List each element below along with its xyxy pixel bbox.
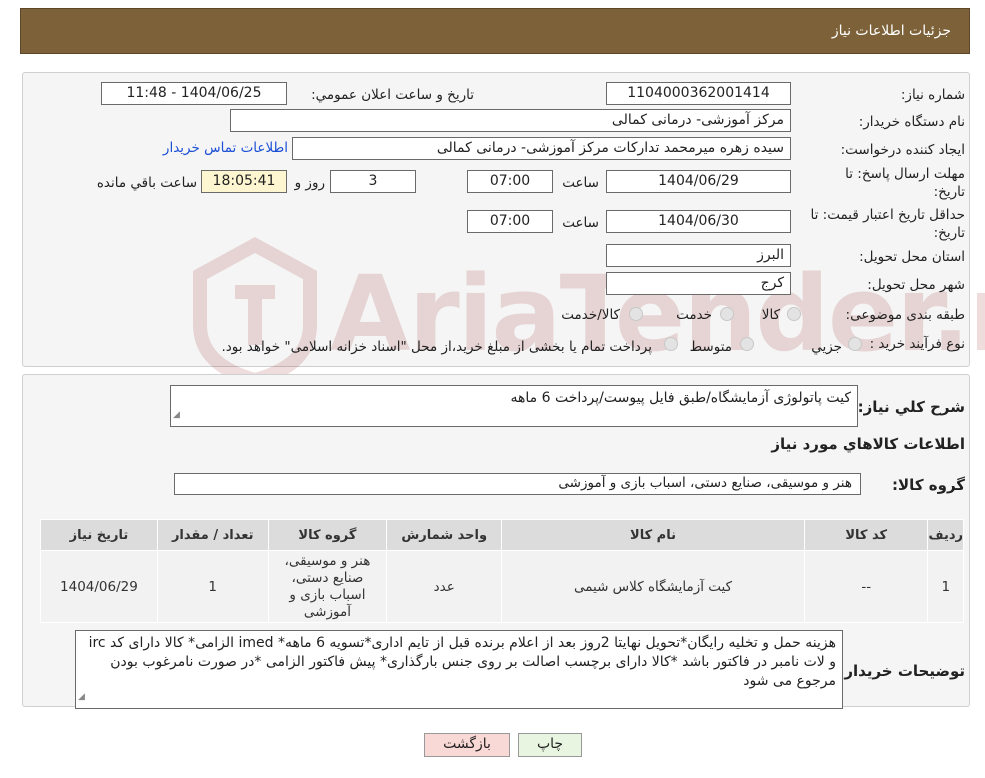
radio-goods-service[interactable] <box>629 307 643 321</box>
process-label: نوع فرآيند خريد : <box>869 336 965 352</box>
need-number-field: 1104000362001414 <box>606 82 791 105</box>
col-row-number: رديف <box>927 519 964 551</box>
need-number-label: شماره نیاز: <box>900 87 965 103</box>
deadline-date-field: 1404/06/29 <box>606 170 791 193</box>
description-label: شرح کلي نياز: <box>857 398 965 416</box>
deadline-label: مهلت ارسال پاسخ: تا تاريخ: <box>845 166 965 200</box>
validity-label: حداقل تاريخ اعتبار قيمت: تا تاريخ: <box>810 207 965 241</box>
buyer-org-label: نام دستگاه خريدار: <box>858 114 965 130</box>
buyer-org-field: مرکز آموزشی- درمانی کمالی <box>230 109 791 132</box>
col-need-date: تاريخ نياز <box>40 519 158 551</box>
description-field[interactable]: کیت پاتولوژی آزمایشگاه/طبق فایل پیوست/پر… <box>170 385 858 427</box>
cell-need-date: 1404/06/29 <box>40 550 158 623</box>
deadline-time-field: 07:00 <box>467 170 553 193</box>
radio-minor[interactable] <box>848 337 862 351</box>
cell-quantity: 1 <box>156 550 269 623</box>
category-label: طبقه بندی موضوعی: <box>845 307 965 323</box>
resize-grip-icon: ◢ <box>78 692 85 702</box>
table-row: 1 -- کیت آزمایشگاه کلاس شیمی عدد هنر و م… <box>40 550 964 623</box>
notes-text: هزینه حمل و تخلیه رایگان*تحویل نهایتا 2ر… <box>88 635 836 689</box>
goods-group-label: گروه کالا: <box>892 476 965 494</box>
col-goods-group: گروه کالا <box>267 519 388 551</box>
cell-goods-code: -- <box>803 550 929 623</box>
city-label: شهر محل تحويل: <box>867 277 965 293</box>
radio-medium-label: متوسط <box>689 339 732 355</box>
city-field: کرج <box>606 272 791 295</box>
province-label: استان محل تحويل: <box>859 249 965 265</box>
remaining-time-field: 18:05:41 <box>201 170 287 193</box>
validity-time-label: ساعت <box>562 215 599 231</box>
back-button[interactable]: بازگشت <box>424 733 510 757</box>
page-header: جزئیات اطلاعات نیاز <box>20 8 970 54</box>
radio-goods[interactable] <box>787 307 801 321</box>
table-header-row: رديف کد کالا نام کالا واحد شمارش گروه کا… <box>40 519 964 551</box>
buyer-contact-link[interactable]: اطلاعات تماس خریدار <box>163 140 288 156</box>
goods-info-title: اطلاعات کالاهاي مورد نياز <box>771 435 965 453</box>
resize-grip-icon: ◢ <box>173 410 180 420</box>
announce-label: تاریخ و ساعت اعلان عمومي: <box>311 87 474 103</box>
col-goods-name: نام کالا <box>501 519 805 551</box>
days-field: 3 <box>330 170 416 193</box>
radio-treasury[interactable] <box>664 337 678 351</box>
col-goods-code: کد کالا <box>803 519 929 551</box>
remaining-label: ساعت باقي مانده <box>96 175 197 191</box>
deadline-time-label: ساعت <box>562 175 599 191</box>
col-quantity: تعداد / مقدار <box>156 519 269 551</box>
description-text: کیت پاتولوژی آزمایشگاه/طبق فایل پیوست/پر… <box>510 390 851 406</box>
col-unit: واحد شمارش <box>386 519 503 551</box>
cell-row-number: 1 <box>927 550 964 623</box>
print-button[interactable]: چاپ <box>518 733 582 757</box>
radio-goods-service-label: کالا/خدمت <box>561 307 620 323</box>
radio-service-label: خدمت <box>676 307 712 323</box>
page-title: جزئیات اطلاعات نیاز <box>831 23 951 39</box>
items-table: رديف کد کالا نام کالا واحد شمارش گروه کا… <box>40 519 964 623</box>
days-label: روز و <box>294 175 325 191</box>
radio-service[interactable] <box>720 307 734 321</box>
cell-goods-name: کیت آزمایشگاه کلاس شیمی <box>501 550 805 623</box>
goods-group-field: هنر و موسیقی، صنایع دستی، اسباب بازی و آ… <box>174 473 861 495</box>
process-note: پرداخت تمام يا بخشی از مبلغ خريد،از محل … <box>221 339 652 355</box>
province-field: البرز <box>606 244 791 267</box>
cell-goods-group: هنر و موسیقی، صنایع دستی، اسباب بازی و آ… <box>267 550 388 623</box>
creator-label: ايجاد کننده درخواست: <box>840 142 965 158</box>
radio-medium[interactable] <box>740 337 754 351</box>
creator-field: سیده زهره میرمحمد تدارکات مرکز آموزشی- د… <box>292 137 791 160</box>
announce-field: 1404/06/25 - 11:48 <box>101 82 287 105</box>
radio-goods-label: کالا <box>761 307 780 323</box>
cell-unit: عدد <box>386 550 503 623</box>
validity-time-field: 07:00 <box>467 210 553 233</box>
notes-field[interactable]: هزینه حمل و تخلیه رایگان*تحویل نهایتا 2ر… <box>75 630 843 709</box>
validity-date-field: 1404/06/30 <box>606 210 791 233</box>
radio-minor-label: جزيي <box>811 339 842 355</box>
notes-label: توضيحات خريدار: <box>838 662 965 680</box>
